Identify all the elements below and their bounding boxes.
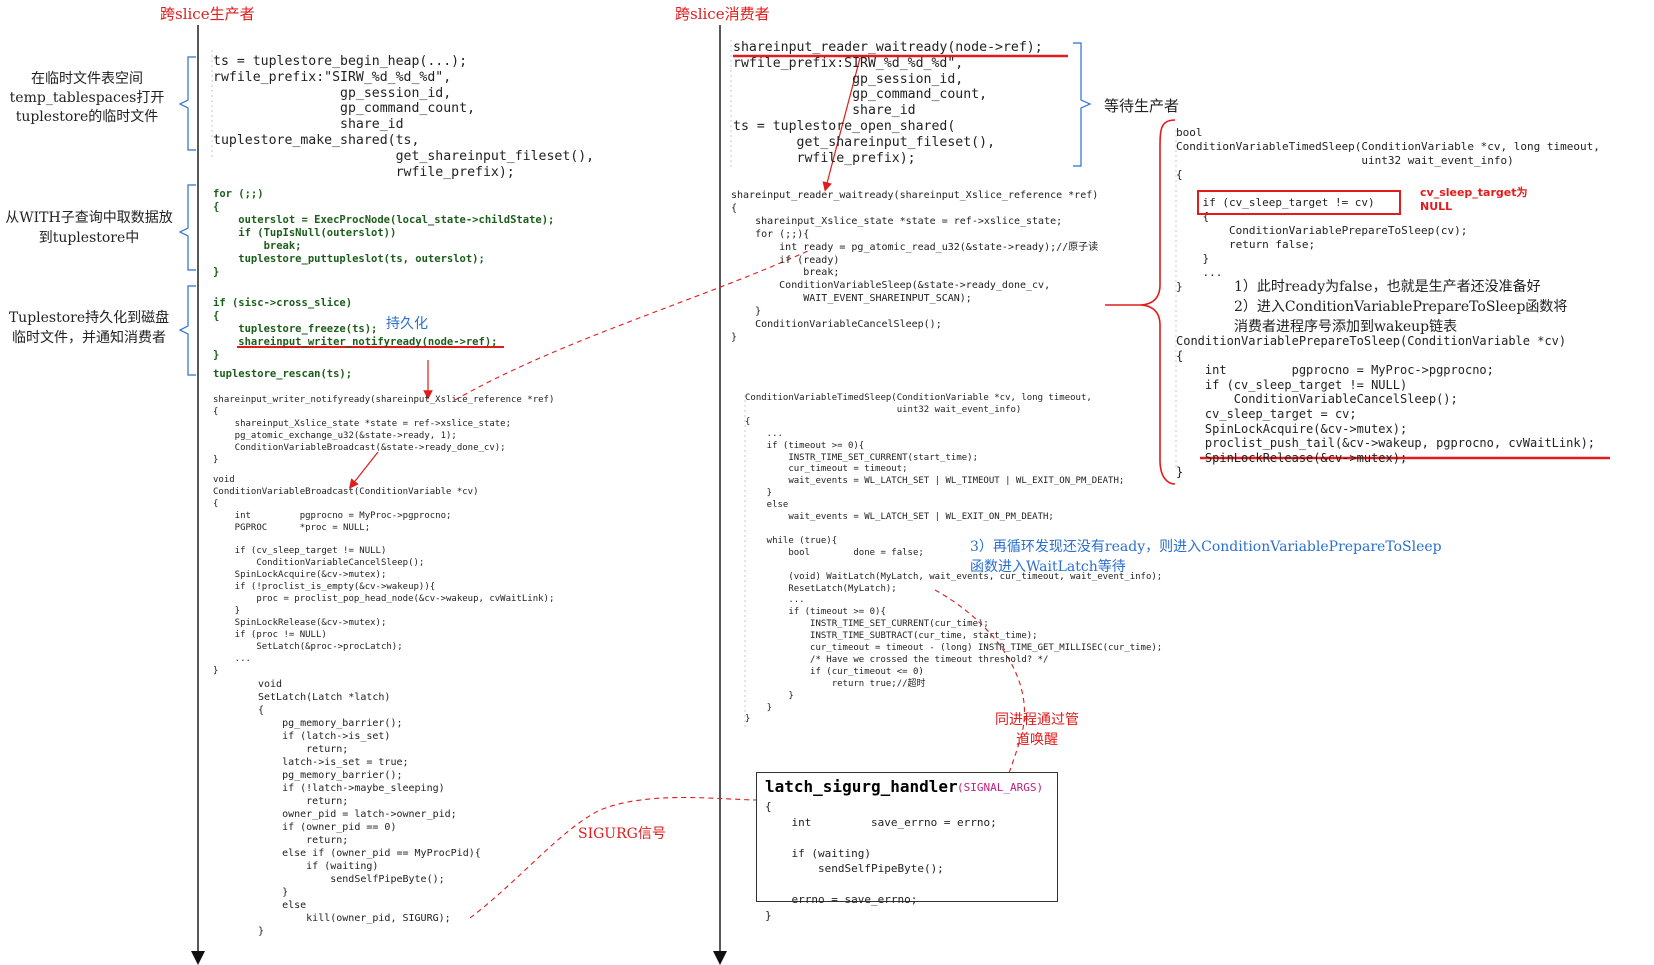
brace-1: [178, 56, 196, 151]
handler-args: (SIGNAL_ARGS): [957, 781, 1044, 794]
note-pipe-wakeup: 同进程通过管 道唤醒: [995, 712, 1079, 748]
code-fetch-loop: for (;;) { outerslot = ExecProcNode(loca…: [213, 188, 555, 278]
code-reader-waitready: shareinput_reader_waitready(shareinput_X…: [731, 190, 1099, 343]
code-rescan: tuplestore_rescan(ts);: [213, 368, 353, 380]
handler-body: { int save_errno = errno; if (waiting) s…: [765, 800, 997, 922]
note-fetch-with: 从WITH子查询中取数据放 到tuplestore中: [5, 210, 173, 246]
highlight-sleep-target: [1197, 190, 1401, 215]
code-setlatch: void SetLatch(Latch *latch) { pg_memory_…: [258, 679, 481, 937]
consumer-title: 跨slice消费者: [675, 5, 770, 23]
note-temp-tablespace: 在临时文件表空间 temp_tablespaces打开 tuplestore的临…: [9, 71, 165, 125]
code-tuplestore-begin: ts = tuplestore_begin_heap(...); rwfile_…: [213, 54, 595, 180]
producer-title: 跨slice生产者: [160, 5, 255, 23]
note-sigurg: SIGURG信号: [578, 826, 666, 842]
note-persist: Tuplestore持久化到磁盘 临时文件，并通知消费者: [8, 310, 170, 346]
code-reader-waitready-call: shareinput_reader_waitready(node->ref); …: [733, 40, 1043, 166]
brace-2: [178, 184, 196, 271]
handler-box: latch_sigurg_handler (SIGNAL_ARGS) { int…: [756, 772, 1058, 922]
note-sleep-target-null: cv_sleep_target为 NULL: [1420, 186, 1528, 213]
note-persist-short: 持久化: [386, 316, 428, 332]
brace-3: [178, 285, 196, 376]
note-steps-1-2: 1）此时ready为false，也就是生产者还没准备好 2）进入Conditio…: [1234, 279, 1568, 335]
handler-title: latch_sigurg_handler: [765, 777, 958, 796]
code-cross-slice: if (sisc->cross_slice) { tuplestore_free…: [213, 297, 498, 361]
dash-sigurg: [469, 796, 761, 919]
note-step3: 3）再循环发现还没有ready，则进入ConditionVariablePrep…: [970, 539, 1442, 575]
note-wait-producer: 等待生产者: [1104, 97, 1180, 115]
code-broadcast: void ConditionVariableBroadcast(Conditio…: [213, 475, 555, 676]
code-writer-notifyready: shareinput_writer_notifyready(shareinput…: [213, 395, 555, 465]
code-prepare-to-sleep: ConditionVariablePrepareToSleep(Conditio…: [1176, 334, 1596, 480]
brace-wait: [1073, 42, 1092, 167]
